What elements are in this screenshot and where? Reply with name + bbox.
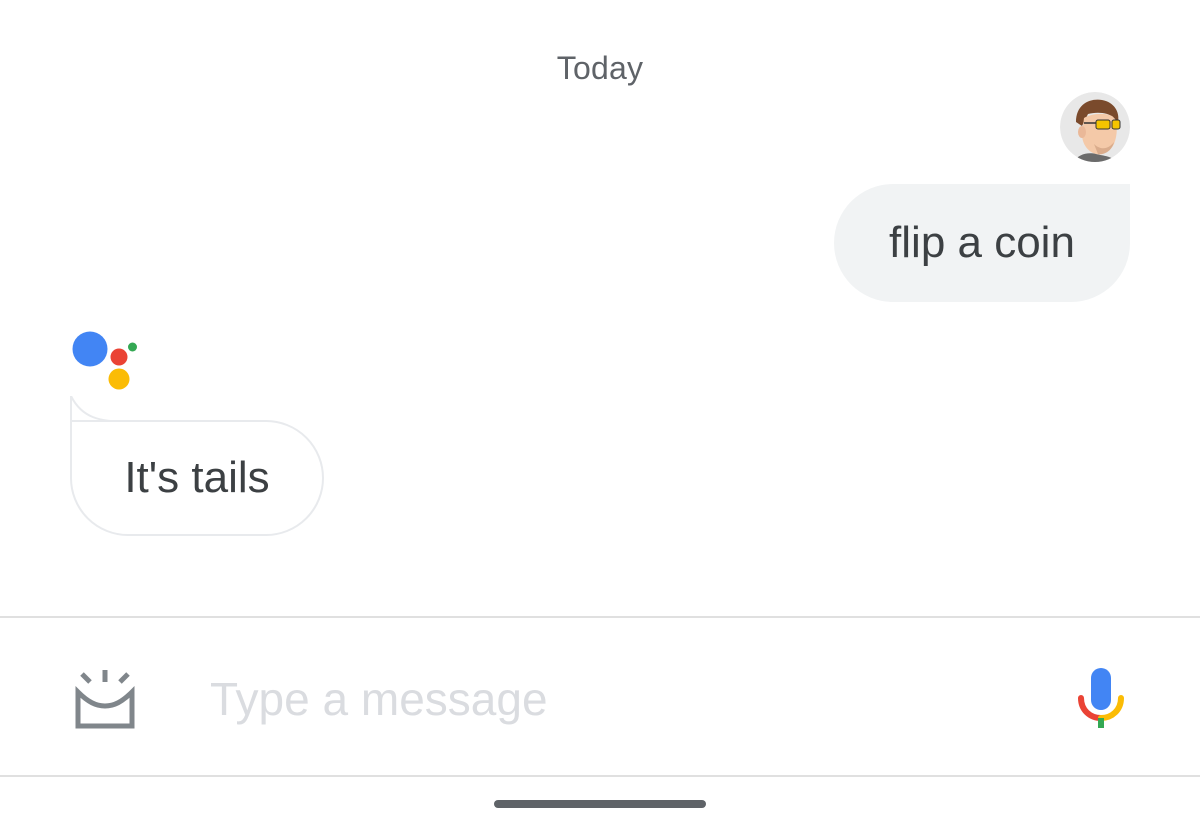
assistant-avatar	[70, 330, 140, 392]
mic-icon	[1078, 668, 1124, 728]
lens-button[interactable]	[70, 668, 140, 732]
user-avatar[interactable]	[1060, 92, 1130, 162]
mic-button[interactable]	[1074, 664, 1128, 746]
google-assistant-icon	[72, 331, 137, 390]
date-separator: Today	[556, 50, 644, 86]
message-composer	[0, 618, 1200, 776]
assistant-message-bubble[interactable]: It's tails	[70, 420, 324, 536]
navigation-gesture-handle[interactable]	[494, 800, 706, 808]
assistant-message-text: It's tails	[124, 453, 270, 502]
lens-icon	[75, 670, 135, 729]
user-avatar-icon	[1060, 92, 1130, 162]
message-input[interactable]	[210, 664, 1010, 734]
user-message-text: flip a coin	[889, 218, 1075, 267]
composer-bottom-divider	[0, 775, 1200, 777]
assistant-chat-screen: Today flip a coin It's tails Type a mess…	[0, 0, 1200, 826]
user-message-bubble[interactable]: flip a coin	[834, 184, 1130, 302]
